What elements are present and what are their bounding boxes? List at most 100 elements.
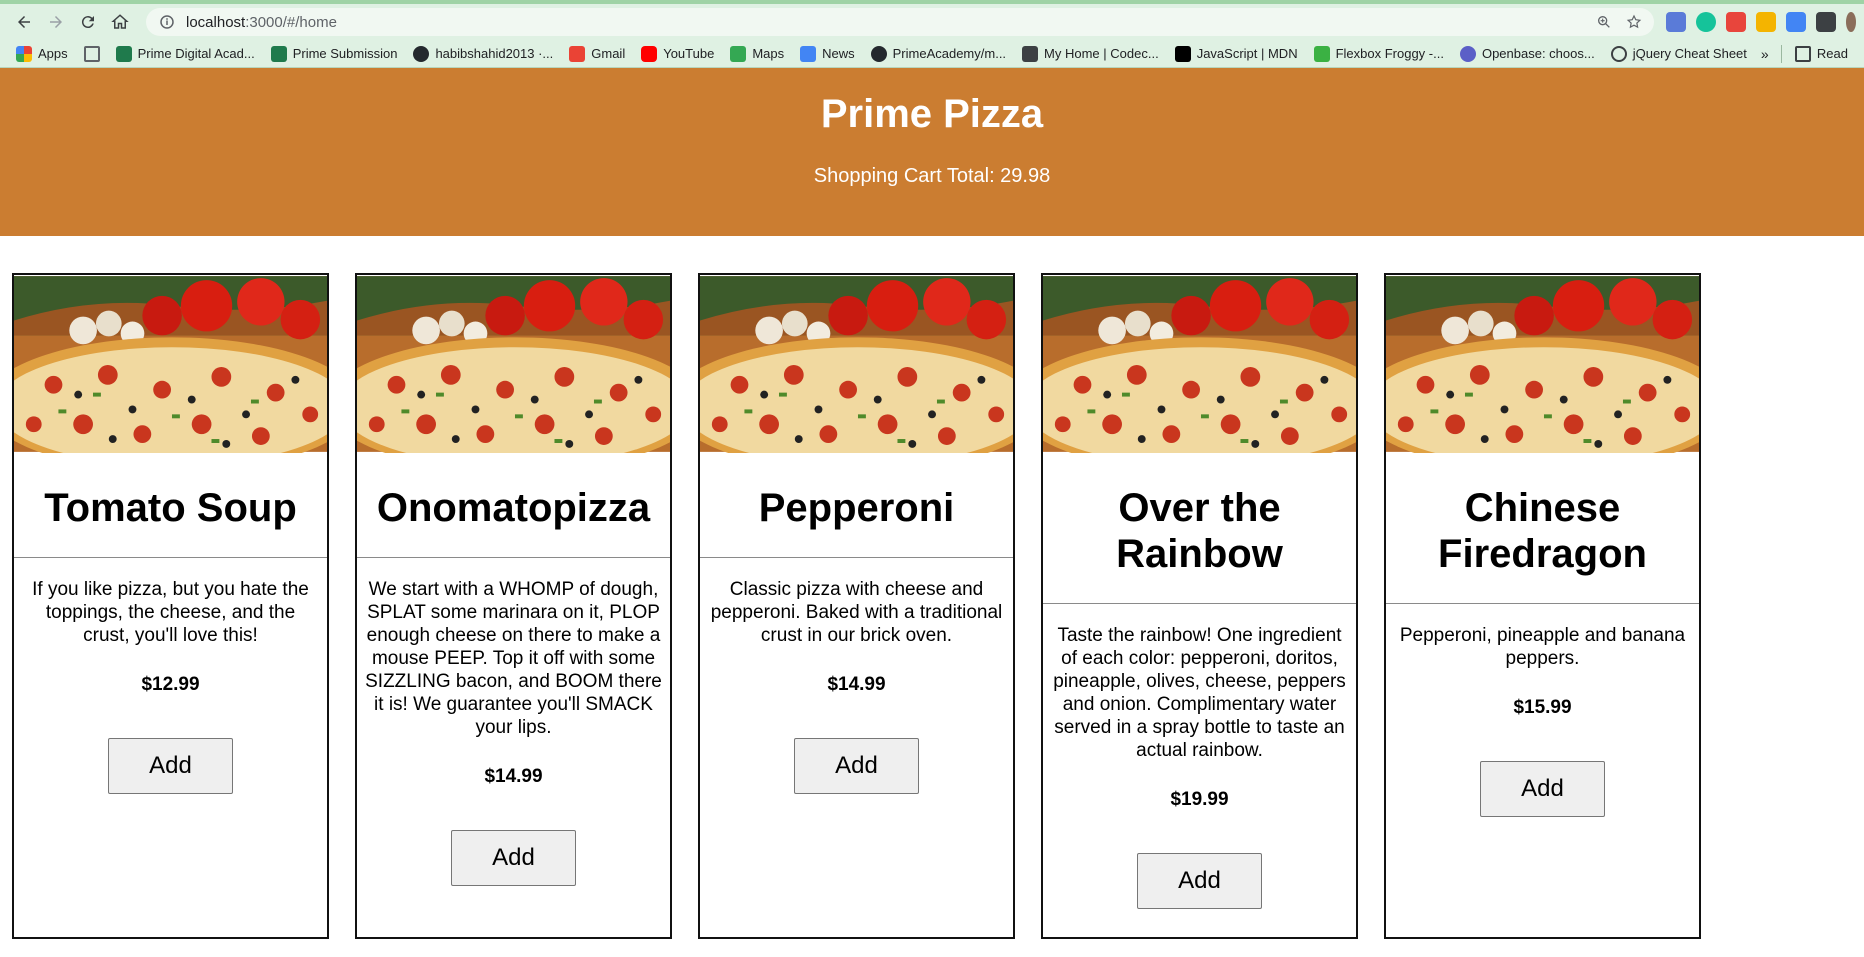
- url-path: :3000/#/home: [245, 13, 337, 31]
- back-button[interactable]: [8, 8, 40, 36]
- gmail-icon: [569, 45, 586, 62]
- reload-button[interactable]: [72, 8, 104, 36]
- pizza-name: Pepperoni: [700, 453, 1013, 558]
- globe-icon: [1610, 45, 1627, 62]
- frog-icon: [1313, 45, 1330, 62]
- openbase-icon: [1459, 45, 1476, 62]
- reading-list-icon: [1794, 45, 1811, 62]
- pizza-card: Chinese Firedragon Pepperoni, pineapple …: [1384, 273, 1701, 939]
- url-host: localhost: [186, 13, 246, 31]
- drive-icon[interactable]: [1756, 12, 1776, 32]
- bookmark-label: Prime Digital Acad...: [137, 46, 255, 61]
- bookmark-jquery[interactable]: jQuery Cheat Sheet: [1603, 42, 1755, 66]
- extension-icon[interactable]: [1726, 12, 1746, 32]
- bookmark-label: jQuery Cheat Sheet: [1632, 46, 1747, 61]
- bookmark-label: Apps: [38, 46, 68, 61]
- bookmark-label: Flexbox Froggy -...: [1335, 46, 1444, 61]
- bookmark-github-repo[interactable]: PrimeAcademy/m...: [863, 42, 1014, 66]
- bookmark-label: News: [822, 46, 855, 61]
- forward-button[interactable]: [40, 8, 72, 36]
- bookmark-mdn[interactable]: JavaScript | MDN: [1167, 42, 1306, 66]
- bookmark-label: JavaScript | MDN: [1196, 46, 1298, 61]
- pizza-card: Pepperoni Classic pizza with cheese and …: [698, 273, 1015, 939]
- page-title: Prime Pizza: [820, 92, 1044, 136]
- pizza-name: Onomatopizza: [357, 453, 670, 558]
- pizza-card: Onomatopizza We start with a WHOMP of do…: [355, 273, 672, 939]
- pizza-description: Classic pizza with cheese and pepperoni.…: [710, 579, 1003, 646]
- add-to-cart-button[interactable]: Add: [794, 738, 919, 794]
- pizza-image: [14, 275, 327, 453]
- pizza-card: Tomato Soup If you like pizza, but you h…: [12, 273, 329, 939]
- bookmark-maps[interactable]: Maps: [722, 42, 792, 66]
- grammarly-icon[interactable]: [1696, 12, 1716, 32]
- prime-favicon-icon: [115, 45, 132, 62]
- bookmark-gmail[interactable]: Gmail: [561, 42, 633, 66]
- github-icon: [870, 45, 887, 62]
- bookmark-apps[interactable]: Apps: [8, 42, 76, 66]
- youtube-icon: [641, 45, 658, 62]
- folder-icon: [83, 45, 100, 62]
- pizza-image: [1386, 275, 1699, 453]
- reload-icon: [81, 16, 94, 29]
- pizza-description: We start with a WHOMP of dough, SPLAT so…: [365, 579, 662, 738]
- extensions-area: [1666, 12, 1856, 32]
- mdn-icon: [1174, 45, 1191, 62]
- avatar[interactable]: [1846, 12, 1856, 32]
- puzzle-icon[interactable]: [1816, 12, 1836, 32]
- pizza-list: Tomato Soup If you like pizza, but you h…: [0, 236, 1864, 939]
- bookmark-label: Maps: [752, 46, 785, 61]
- home-icon: [111, 14, 129, 29]
- home-button[interactable]: [104, 8, 136, 36]
- bookmark-label: My Home | Codec...: [1044, 46, 1159, 61]
- prime-favicon-icon: [270, 45, 287, 62]
- pizza-description: Taste the rainbow! One ingredient of eac…: [1053, 625, 1346, 761]
- extension-icon[interactable]: [1666, 12, 1686, 32]
- more-bookmarks-button[interactable]: »: [1755, 46, 1775, 62]
- add-to-cart-button[interactable]: Add: [1480, 761, 1605, 817]
- extension-icon[interactable]: [1786, 12, 1806, 32]
- pizza-image: [700, 275, 1013, 453]
- reading-list-button[interactable]: Read: [1787, 42, 1856, 66]
- add-to-cart-button[interactable]: Add: [108, 738, 233, 794]
- add-to-cart-button[interactable]: Add: [1137, 853, 1262, 909]
- pizza-price: $15.99: [1513, 697, 1572, 718]
- bookmark-codecademy[interactable]: My Home | Codec...: [1014, 42, 1167, 66]
- cart-total: Shopping Cart Total: 29.98: [813, 165, 1051, 187]
- pizza-name: Over the Rainbow: [1043, 453, 1356, 604]
- bookmark-openbase[interactable]: Openbase: choos...: [1452, 42, 1603, 66]
- pizza-name: Tomato Soup: [14, 453, 327, 558]
- pizza-image: [357, 275, 670, 453]
- bookmark-prime-digital[interactable]: Prime Digital Acad...: [108, 42, 263, 66]
- pizza-image: [1043, 275, 1356, 453]
- bookmark-youtube[interactable]: YouTube: [633, 42, 722, 66]
- bookmark-news[interactable]: News: [792, 42, 863, 66]
- bookmarks-bar: Apps Prime Digital Acad... Prime Submiss…: [0, 40, 1864, 68]
- app-header: Prime Pizza Shopping Cart Total: 29.98: [0, 68, 1864, 236]
- address-bar[interactable]: localhost:3000/#/home: [146, 8, 1654, 36]
- pizza-price: $12.99: [141, 674, 200, 695]
- url-text: localhost:3000/#/home: [186, 14, 337, 31]
- bookmark-flexbox-froggy[interactable]: Flexbox Froggy -...: [1306, 42, 1452, 66]
- browser-toolbar: localhost:3000/#/home: [0, 4, 1864, 40]
- pizza-description: If you like pizza, but you hate the topp…: [32, 579, 309, 646]
- apps-grid-icon: [16, 45, 32, 62]
- pizza-description: Pepperoni, pineapple and banana peppers.: [1399, 625, 1686, 669]
- zoom-icon[interactable]: [1596, 14, 1612, 30]
- bookmark-github-profile[interactable]: habibshahid2013 ·...: [405, 42, 561, 66]
- bookmark-star-icon[interactable]: [1626, 14, 1642, 30]
- arrow-left-icon: [18, 16, 30, 28]
- bookmark-label: YouTube: [663, 46, 715, 61]
- info-icon[interactable]: [158, 13, 176, 31]
- bookmark-folder[interactable]: [76, 42, 108, 66]
- maps-icon: [730, 45, 747, 62]
- arrow-right-icon: [50, 16, 62, 28]
- bookmark-label: Gmail: [591, 46, 626, 61]
- pizza-price: $19.99: [1170, 789, 1229, 810]
- add-to-cart-button[interactable]: Add: [451, 830, 576, 886]
- github-icon: [413, 45, 430, 62]
- pizza-price: $14.99: [827, 674, 886, 695]
- bookmark-prime-submission[interactable]: Prime Submission: [263, 42, 406, 66]
- pizza-name: Chinese Firedragon: [1386, 453, 1699, 604]
- bookmark-label: PrimeAcademy/m...: [892, 46, 1007, 61]
- pizza-card: Over the Rainbow Taste the rainbow! One …: [1041, 273, 1358, 939]
